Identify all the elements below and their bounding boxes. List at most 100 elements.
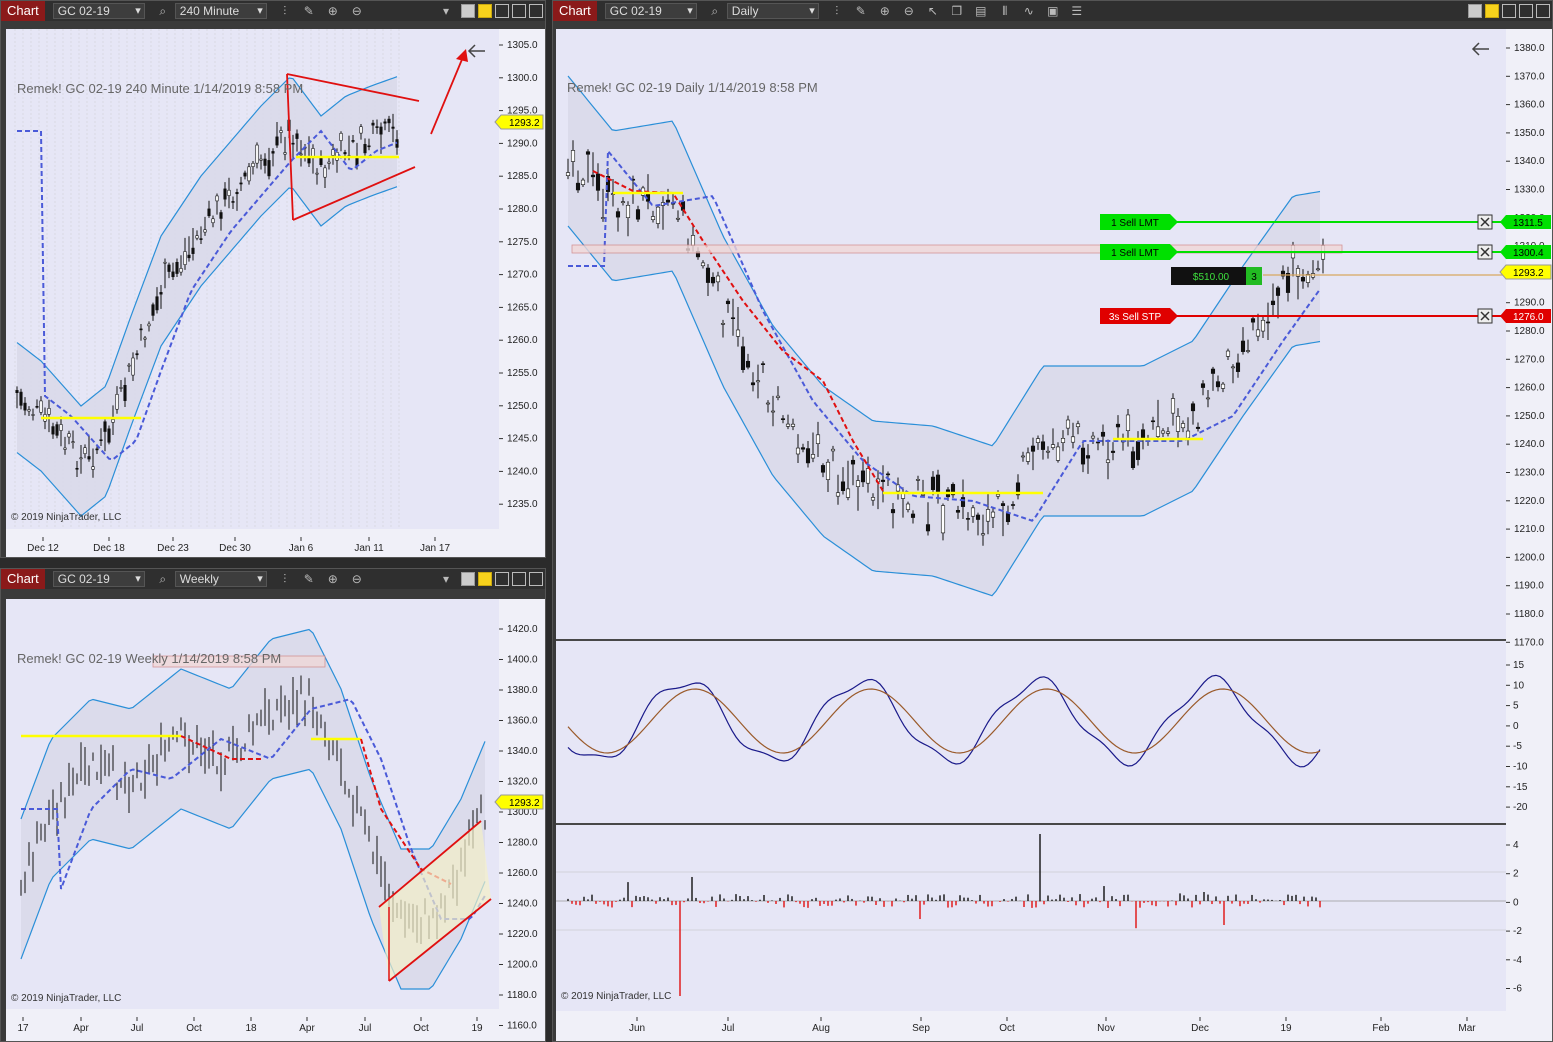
price-bar-body: [83, 447, 87, 455]
zoom-out-icon[interactable]: ⊖: [348, 571, 366, 587]
price-bar-body: [1275, 287, 1281, 296]
price-chart-240min[interactable]: Remek! GC 02-19 240 Minute 1/14/2019 8:5…: [1, 21, 546, 558]
price-tick-label: 1260.0: [507, 868, 538, 879]
maximize-icon[interactable]: [512, 572, 526, 586]
price-tick-label: 1370.0: [1514, 71, 1545, 82]
price-bar-body: [251, 162, 255, 167]
window-grey-button[interactable]: [1468, 4, 1482, 18]
price-bar-body: [371, 122, 375, 126]
search-icon[interactable]: ⌕: [154, 571, 172, 587]
date-tick-label: Oct: [186, 1023, 202, 1034]
strategies-icon[interactable]: ⫴: [996, 3, 1014, 19]
maximize-icon[interactable]: [1519, 4, 1533, 18]
date-tick-label: Mar: [1458, 1023, 1476, 1034]
drawing-tool-icon[interactable]: ✎: [300, 3, 318, 19]
window-link-button[interactable]: [478, 4, 492, 18]
price-tick-label: 1400.0: [507, 655, 538, 666]
price-bar-body: [239, 182, 243, 185]
order-price-label: 1311.5: [1513, 218, 1543, 229]
price-bar-body: [375, 126, 379, 128]
price-tick-label: 1260.0: [507, 335, 538, 346]
copyright-label: © 2019 NinjaTrader, LLC: [11, 512, 121, 523]
drawing-tool-icon[interactable]: ✎: [852, 3, 870, 19]
close-icon[interactable]: [529, 572, 543, 586]
zoom-out-icon[interactable]: ⊖: [900, 3, 918, 19]
order-cancel-button[interactable]: [1477, 244, 1493, 260]
price-bar-body: [367, 145, 371, 148]
price-bar-body: [615, 211, 621, 218]
search-icon[interactable]: ⌕: [154, 3, 172, 19]
window-grey-button[interactable]: [461, 4, 475, 18]
price-tick-label: 1255.0: [507, 368, 538, 379]
price-tick-label: 1270.0: [1514, 354, 1545, 365]
drawing-tool-icon[interactable]: ✎: [300, 571, 318, 587]
price-bar-body: [940, 505, 946, 534]
price-bar-body: [580, 179, 586, 185]
indicators-icon[interactable]: ∿: [1020, 3, 1038, 19]
bar-type-icon[interactable]: ⫶: [276, 3, 294, 19]
chart-menu-button[interactable]: Chart: [553, 1, 597, 21]
price-bar-body: [1130, 451, 1136, 469]
bar-type-icon[interactable]: ⫶: [276, 571, 294, 587]
price-bar-body: [935, 474, 941, 492]
maximize-icon[interactable]: [512, 4, 526, 18]
chart-toolbar: Chart GC 02-19 ⌕ Weekly ⫶ ✎ ⊕ ⊖ ▾: [1, 569, 545, 589]
price-bar-body: [339, 132, 343, 141]
price-bar-body: [39, 400, 43, 413]
order-cancel-button[interactable]: [1477, 214, 1493, 230]
price-bar-body: [15, 390, 19, 393]
price-chart-daily[interactable]: Remek! GC 02-19 Daily 1/14/2019 8:58 PM …: [553, 21, 1553, 1042]
interval-select[interactable]: 240 Minute: [174, 3, 267, 19]
close-icon[interactable]: [1536, 4, 1550, 18]
templates-icon[interactable]: ▣: [1044, 3, 1062, 19]
zoom-in-icon[interactable]: ⊕: [876, 3, 894, 19]
minimize-icon[interactable]: [1502, 4, 1516, 18]
price-tick-label: 1240.0: [1514, 439, 1545, 450]
instrument-select[interactable]: GC 02-19: [604, 3, 697, 19]
price-bar-body: [291, 142, 295, 145]
date-tick-label: Dec 23: [157, 543, 189, 554]
window-link-button[interactable]: [1485, 4, 1499, 18]
interval-select[interactable]: Weekly: [174, 571, 267, 587]
price-bar-body: [765, 402, 771, 405]
price-bar-body: [1220, 383, 1226, 389]
instrument-select[interactable]: GC 02-19: [52, 3, 145, 19]
chart-window-240min: Chart GC 02-19 ⌕ 240 Minute ⫶ ✎ ⊕ ⊖ ▾ Re…: [0, 0, 546, 558]
price-bar-body: [1235, 362, 1241, 372]
data-box-icon[interactable]: ▤: [972, 3, 990, 19]
zoom-in-icon[interactable]: ⊕: [324, 3, 342, 19]
search-icon[interactable]: ⌕: [706, 3, 724, 19]
price-bar-body: [930, 476, 936, 490]
properties-icon[interactable]: ☰: [1068, 3, 1086, 19]
price-bar-body: [785, 423, 791, 427]
window-grey-button[interactable]: [461, 572, 475, 586]
osc-tick-label: 10: [1513, 680, 1525, 691]
instrument-select[interactable]: GC 02-19: [52, 571, 145, 587]
pointer-icon[interactable]: ↖: [924, 3, 942, 19]
price-tick-label: 1240.0: [507, 899, 538, 910]
minimize-icon[interactable]: [495, 572, 509, 586]
order-cancel-button[interactable]: [1477, 308, 1493, 324]
bar-type-icon[interactable]: ⫶: [828, 3, 846, 19]
copy-icon[interactable]: ❐: [948, 3, 966, 19]
price-bar-body: [1165, 431, 1171, 434]
interval-select[interactable]: Daily: [726, 3, 819, 19]
date-tick-label: Jul: [722, 1023, 735, 1034]
close-icon[interactable]: [529, 4, 543, 18]
chart-menu-button[interactable]: Chart: [1, 1, 45, 21]
price-bar-body: [263, 158, 267, 166]
price-bar-body: [131, 357, 135, 376]
price-chart-weekly[interactable]: Remek! GC 02-19 Weekly 1/14/2019 8:58 PM…: [1, 589, 546, 1042]
window-link-button[interactable]: [478, 572, 492, 586]
price-bar-body: [1285, 272, 1291, 293]
zoom-out-icon[interactable]: ⊖: [348, 3, 366, 19]
minimize-icon[interactable]: [495, 4, 509, 18]
price-bar-body: [570, 150, 576, 162]
price-bar-body: [163, 261, 167, 264]
zoom-in-icon[interactable]: ⊕: [324, 571, 342, 587]
price-bar-body: [810, 454, 816, 459]
chevron-down-icon[interactable]: ▾: [437, 571, 455, 587]
chart-menu-button[interactable]: Chart: [1, 569, 45, 589]
chevron-down-icon[interactable]: ▾: [437, 3, 455, 19]
price-bar-body: [715, 275, 721, 283]
